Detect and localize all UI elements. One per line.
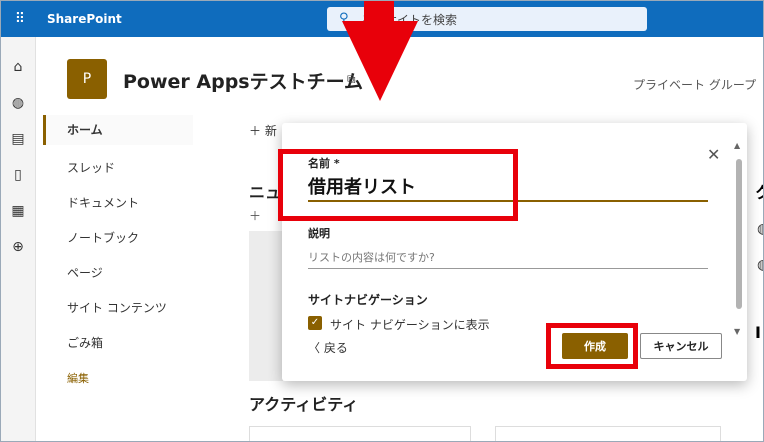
scroll-thumb[interactable] [736,159,742,309]
show-in-nav-label: サイト ナビゲーションに表示 [330,318,490,332]
privacy-label: プライベート グループ [633,78,757,92]
scroll-up-icon[interactable]: ▲ [734,141,740,150]
document-icon[interactable]: ▯ [1,167,35,183]
annotation-arrow-head [342,21,418,101]
chevron-left-icon: 〈 [308,341,324,355]
new-button[interactable]: ＋ 新 [249,122,277,139]
add-news-icon[interactable]: ＋ [249,207,261,224]
nav-item-home[interactable]: ホーム [43,115,193,145]
right-section-title-2: I [755,323,761,342]
add-icon[interactable]: ⊕ [1,239,35,255]
site-logo[interactable]: P [67,59,107,99]
cancel-button[interactable]: キャンセル [640,333,722,359]
left-rail: ⌂ ◍ ▤ ▯ ▦ ⊕ [1,37,36,441]
activity-card[interactable] [249,426,471,441]
description-underline [308,268,708,269]
activity-card[interactable] [495,426,721,441]
nav-item-threads[interactable]: スレッド [43,159,193,176]
activity-title: アクティビティ [249,395,359,414]
back-label: 戻る [323,341,348,355]
browser-frame: ⠿ SharePoint ⚲ このサイトを検索 ⌂ ◍ ▤ ▯ ▦ ⊕ P Po… [0,0,764,442]
app-name[interactable]: SharePoint [47,1,122,37]
nav-item-documents[interactable]: ドキュメント [43,194,193,211]
nav-item-site-contents[interactable]: サイト コンテンツ [43,299,193,316]
site-navigation-heading: サイトナビゲーション [308,293,428,307]
site-title[interactable]: Power Appsテストチーム [123,67,363,94]
close-icon[interactable]: ✕ [707,145,720,164]
description-field[interactable]: リストの内容は何ですか? [308,249,435,265]
annotation-highlight-name [278,149,518,221]
description-label: 説明 [308,227,330,240]
nav-item-pages[interactable]: ページ [43,264,193,281]
news-placeholder [249,231,283,381]
list-icon[interactable]: ▦ [1,203,35,219]
back-button[interactable]: 〈 戻る [308,339,348,356]
checkmark-icon: ✓ [310,317,320,328]
news-title: ニュ [249,183,282,202]
globe-link-icon[interactable]: ◍ [757,257,763,273]
globe-icon[interactable]: ◍ [1,95,35,111]
new-label: 新 [264,124,277,138]
news-icon[interactable]: ▤ [1,131,35,147]
annotation-highlight-create [546,323,638,369]
nav-edit-link[interactable]: 編集 [43,370,193,386]
nav-item-notebook[interactable]: ノートブック [43,229,193,246]
right-section-title: ク [755,179,763,203]
annotation-arrow [364,1,394,23]
scroll-down-icon[interactable]: ▼ [734,327,740,336]
dialog-scrollbar[interactable]: ▲ ▼ [734,141,744,341]
waffle-icon[interactable]: ⠿ [11,10,29,28]
globe-link-icon[interactable]: ◍ [757,221,763,237]
home-icon[interactable]: ⌂ [1,59,35,75]
show-in-nav-checkbox[interactable]: ✓ [308,316,322,330]
nav-item-recycle-bin[interactable]: ごみ箱 [43,334,193,351]
